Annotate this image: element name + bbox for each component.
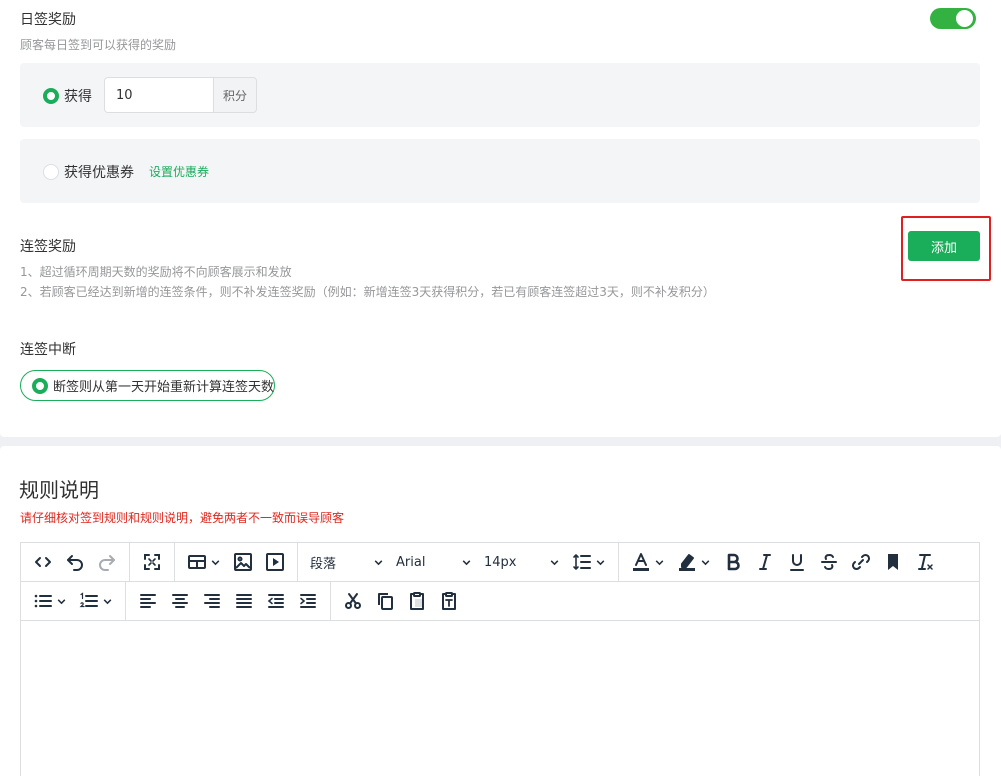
points-option-panel: 获得 积分	[20, 63, 980, 127]
editor-toolbar-row-1: 段落 Arial 14px	[21, 542, 979, 582]
paste-icon[interactable]	[401, 586, 433, 616]
bold-icon[interactable]	[717, 547, 749, 577]
align-center-icon[interactable]	[164, 586, 196, 616]
source-code-icon[interactable]	[27, 547, 59, 577]
sign-in-settings-card: 日签奖励 顾客每日签到可以获得的奖励 获得 积分 获得优惠券 设置优惠券 连签奖…	[0, 0, 1001, 437]
toolbar-group-format: 段落 Arial 14px	[298, 542, 619, 582]
italic-icon[interactable]	[749, 547, 781, 577]
rich-text-editor: 段落 Arial 14px	[20, 542, 980, 776]
chevron-down-icon	[701, 559, 710, 565]
toolbar-group-lists	[21, 581, 126, 621]
numbered-list-icon[interactable]	[73, 586, 119, 616]
chevron-down-icon	[462, 559, 471, 565]
editor-toolbar-row-2	[21, 581, 979, 621]
radio-dot-checked	[43, 88, 59, 104]
points-radio[interactable]: 获得	[43, 86, 92, 106]
highlight-color-icon[interactable]	[671, 547, 717, 577]
align-justify-icon[interactable]	[228, 586, 260, 616]
fullscreen-icon[interactable]	[136, 547, 168, 577]
outdent-icon[interactable]	[260, 586, 292, 616]
font-size-select[interactable]: 14px	[478, 547, 566, 577]
coupon-radio[interactable]: 获得优惠券	[43, 162, 134, 182]
table-icon[interactable]	[181, 547, 227, 577]
chevron-down-icon	[550, 559, 559, 565]
image-icon[interactable]	[227, 547, 259, 577]
streak-break-title: 连签中断	[20, 342, 76, 358]
chevron-down-icon	[596, 559, 605, 565]
align-right-icon[interactable]	[196, 586, 228, 616]
bookmark-icon[interactable]	[877, 547, 909, 577]
undo-icon[interactable]	[59, 547, 91, 577]
toolbar-group-view	[130, 542, 175, 582]
rules-warning: 请仔细核对签到规则和规则说明，避免两者不一致而误导顾客	[20, 511, 345, 525]
text-color-icon[interactable]	[625, 547, 671, 577]
editor-content-area[interactable]	[21, 622, 979, 776]
block-format-value: 段落	[310, 556, 337, 572]
font-size-value: 14px	[484, 554, 517, 570]
chevron-down-icon	[103, 598, 112, 604]
underline-icon[interactable]	[781, 547, 813, 577]
rules-title: 规则说明	[19, 478, 99, 502]
toolbar-group-align	[126, 581, 331, 621]
font-family-value: Arial	[396, 554, 426, 570]
indent-icon[interactable]	[292, 586, 324, 616]
line-height-icon[interactable]	[566, 547, 612, 577]
radio-dot-checked	[32, 377, 48, 394]
toolbar-group-clipboard	[331, 582, 471, 621]
points-input[interactable]	[104, 77, 214, 113]
toolbar-group-style	[619, 543, 947, 582]
toggle-knob	[956, 10, 973, 27]
video-icon[interactable]	[259, 547, 291, 577]
block-format-select[interactable]: 段落	[304, 547, 390, 577]
toolbar-group-history	[21, 542, 130, 582]
streak-note-1: 1、超过循环周期天数的奖励将不向顾客展示和发放	[20, 265, 292, 279]
font-family-select[interactable]: Arial	[390, 547, 478, 577]
strikethrough-icon[interactable]	[813, 547, 845, 577]
daily-reward-subtitle: 顾客每日签到可以获得的奖励	[20, 38, 177, 52]
add-streak-button[interactable]: 添加	[908, 231, 980, 261]
toolbar-group-insert	[175, 542, 298, 582]
points-input-group: 积分	[104, 77, 257, 113]
coupon-radio-label: 获得优惠券	[64, 165, 134, 181]
streak-note-2: 2、若顾客已经达到新增的连签条件，则不补发连签奖励（例如：新增连签3天获得积分，…	[20, 285, 715, 299]
paste-text-icon[interactable]	[433, 586, 465, 616]
points-radio-label: 获得	[64, 89, 92, 105]
streak-reward-title: 连签奖励	[20, 239, 76, 255]
radio-dot-unchecked	[43, 164, 59, 180]
clear-format-icon[interactable]	[909, 547, 941, 577]
set-coupon-link[interactable]: 设置优惠券	[149, 163, 209, 180]
points-unit: 积分	[214, 77, 257, 113]
align-left-icon[interactable]	[132, 586, 164, 616]
redo-icon[interactable]	[91, 547, 123, 577]
bullet-list-icon[interactable]	[27, 586, 73, 616]
chevron-down-icon	[374, 559, 383, 565]
coupon-option-panel: 获得优惠券 设置优惠券	[20, 139, 980, 203]
chevron-down-icon	[655, 559, 664, 565]
daily-reward-toggle[interactable]	[930, 8, 976, 29]
daily-reward-title: 日签奖励	[20, 12, 76, 28]
streak-break-radio[interactable]: 断签则从第一天开始重新计算连签天数	[20, 370, 275, 401]
link-icon[interactable]	[845, 547, 877, 577]
chevron-down-icon	[211, 559, 220, 565]
copy-icon[interactable]	[369, 586, 401, 616]
chevron-down-icon	[57, 598, 66, 604]
streak-break-label: 断签则从第一天开始重新计算连签天数	[53, 380, 275, 395]
cut-icon[interactable]	[337, 586, 369, 616]
